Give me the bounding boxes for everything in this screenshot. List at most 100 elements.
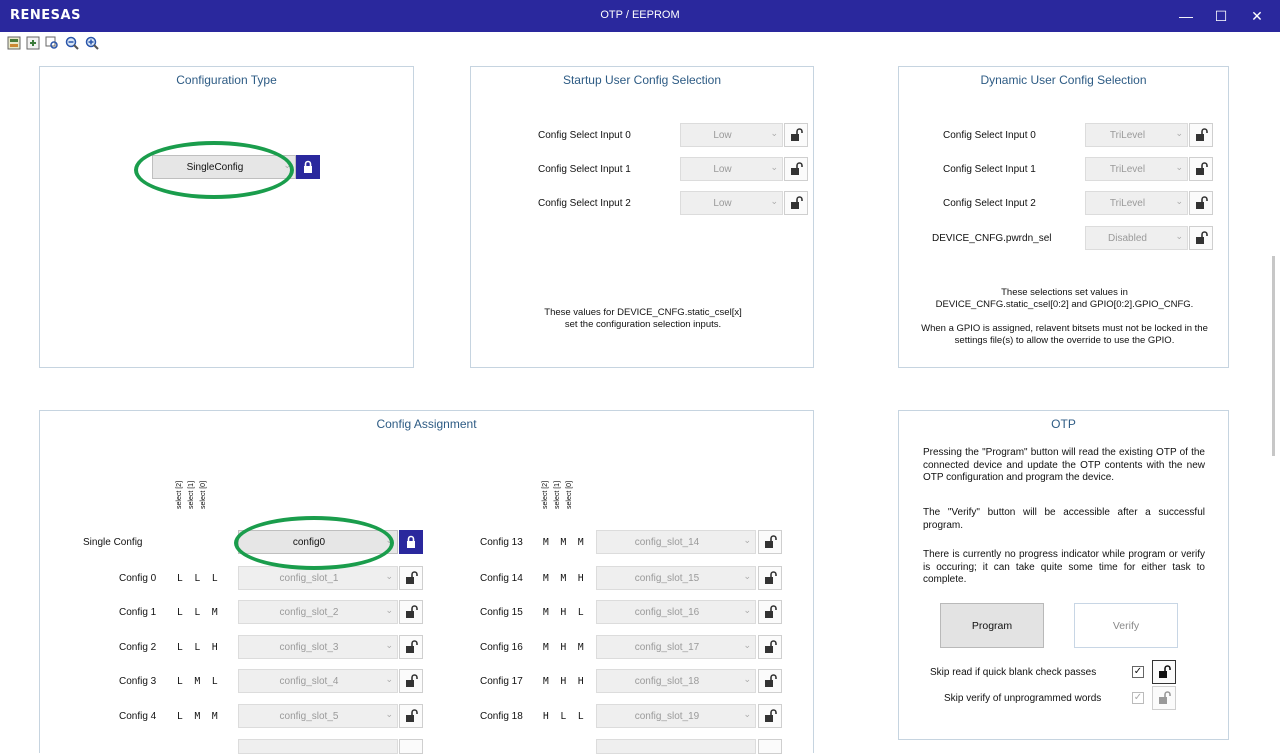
config-slot-select[interactable]: config_slot_19 ⌄ bbox=[596, 704, 756, 728]
dynamic-input-0-select[interactable]: TriLevel ⌄ bbox=[1085, 123, 1188, 147]
config-slot-select[interactable]: config_slot_18 ⌄ bbox=[596, 669, 756, 693]
config-slot-select[interactable] bbox=[596, 739, 756, 754]
unlock-button[interactable] bbox=[399, 566, 423, 590]
header-select-0: select [0] bbox=[200, 480, 207, 509]
select-codes: M H L bbox=[543, 607, 584, 618]
config-row-label: Config 2 bbox=[119, 642, 157, 653]
zoom-in-icon[interactable] bbox=[85, 36, 99, 50]
dynamic-note-1: These selections set values in DEVICE_CN… bbox=[935, 287, 1194, 310]
selected-value: config_slot_4 bbox=[279, 676, 339, 687]
selected-value: config_slot_3 bbox=[279, 642, 339, 653]
highlight-ellipse bbox=[134, 141, 294, 199]
unlock-button[interactable] bbox=[399, 635, 423, 659]
lock-icon bbox=[407, 535, 415, 548]
unlock-icon bbox=[765, 640, 777, 653]
skip-read-checkbox[interactable]: ✓ bbox=[1132, 666, 1144, 678]
zoom-out-icon[interactable] bbox=[65, 36, 79, 50]
config-slot-select[interactable]: config_slot_3 ⌄ bbox=[238, 635, 398, 659]
zoom-fit-icon[interactable] bbox=[45, 36, 59, 50]
unlock-button[interactable] bbox=[758, 635, 782, 659]
startup-input-2-label: Config Select Input 2 bbox=[538, 198, 631, 209]
selected-value: Low bbox=[713, 130, 732, 141]
lock-button[interactable] bbox=[399, 530, 423, 554]
startup-input-0-select[interactable]: Low ⌄ bbox=[680, 123, 783, 147]
unlock-icon bbox=[765, 709, 777, 722]
unlock-icon bbox=[791, 128, 803, 141]
dynamic-note-2: When a GPIO is assigned, relavent bitset… bbox=[921, 323, 1208, 346]
dynamic-input-1-label: Config Select Input 1 bbox=[943, 164, 1036, 175]
config-slot-select[interactable]: config_slot_15 ⌄ bbox=[596, 566, 756, 590]
maximize-button[interactable]: ☐ bbox=[1201, 6, 1241, 26]
skip-verify-label: Skip verify of unprogrammed words bbox=[944, 693, 1102, 704]
unlock-icon bbox=[765, 605, 777, 618]
select-codes: M M M bbox=[543, 537, 584, 548]
unlock-button[interactable] bbox=[399, 600, 423, 624]
selected-value: Disabled bbox=[1108, 233, 1147, 244]
chevron-down-icon: ⌄ bbox=[385, 571, 393, 581]
unlock-icon bbox=[1196, 231, 1208, 244]
selected-value: config_slot_14 bbox=[634, 537, 700, 548]
unlock-button[interactable] bbox=[784, 123, 808, 147]
config-slot-select[interactable]: config_slot_4 ⌄ bbox=[238, 669, 398, 693]
unlock-icon bbox=[1159, 691, 1171, 704]
config-slot-select[interactable]: config_slot_16 ⌄ bbox=[596, 600, 756, 624]
chevron-down-icon: ⌄ bbox=[770, 162, 778, 172]
selected-value: config_slot_1 bbox=[279, 573, 339, 584]
scrollbar[interactable] bbox=[1272, 256, 1275, 456]
selected-value: config_slot_2 bbox=[279, 607, 339, 618]
chevron-down-icon: ⌄ bbox=[743, 605, 751, 615]
chevron-down-icon: ⌄ bbox=[743, 535, 751, 545]
write-device-icon[interactable] bbox=[26, 36, 40, 50]
select-codes: L M M bbox=[177, 711, 218, 722]
selected-value: TriLevel bbox=[1109, 130, 1146, 141]
selected-value: Low bbox=[713, 164, 732, 175]
unlock-button[interactable] bbox=[1152, 686, 1176, 710]
read-device-icon[interactable] bbox=[7, 36, 21, 50]
selected-value: TriLevel bbox=[1109, 198, 1146, 209]
config-row-label: Config 3 bbox=[119, 676, 157, 687]
unlock-button[interactable] bbox=[758, 704, 782, 728]
unlock-button[interactable] bbox=[1189, 123, 1213, 147]
lock-button[interactable] bbox=[296, 155, 320, 179]
dynamic-input-2-label: Config Select Input 2 bbox=[943, 198, 1036, 209]
unlock-button[interactable] bbox=[758, 566, 782, 590]
selected-value: config_slot_16 bbox=[634, 607, 700, 618]
chevron-down-icon: ⌄ bbox=[1175, 196, 1183, 206]
unlock-button[interactable] bbox=[399, 739, 423, 754]
pwrdn-sel-select[interactable]: Disabled ⌄ bbox=[1085, 226, 1188, 250]
close-button[interactable]: ✕ bbox=[1237, 6, 1277, 26]
verify-button[interactable]: Verify bbox=[1074, 603, 1178, 648]
unlock-button[interactable] bbox=[399, 704, 423, 728]
startup-input-1-select[interactable]: Low ⌄ bbox=[680, 157, 783, 181]
unlock-button[interactable] bbox=[758, 669, 782, 693]
chevron-down-icon: ⌄ bbox=[385, 674, 393, 684]
program-button[interactable]: Program bbox=[940, 603, 1044, 648]
config-slot-select[interactable]: config_slot_17 ⌄ bbox=[596, 635, 756, 659]
chevron-down-icon: ⌄ bbox=[743, 709, 751, 719]
dynamic-input-2-select[interactable]: TriLevel ⌄ bbox=[1085, 191, 1188, 215]
unlock-button[interactable] bbox=[758, 530, 782, 554]
dynamic-input-1-select[interactable]: TriLevel ⌄ bbox=[1085, 157, 1188, 181]
unlock-button[interactable] bbox=[399, 669, 423, 693]
unlock-button[interactable] bbox=[758, 739, 782, 754]
unlock-icon bbox=[406, 709, 418, 722]
dynamic-input-0-label: Config Select Input 0 bbox=[943, 130, 1036, 141]
unlock-button[interactable] bbox=[784, 157, 808, 181]
unlock-button[interactable] bbox=[1189, 226, 1213, 250]
config-slot-select[interactable]: config_slot_2 ⌄ bbox=[238, 600, 398, 624]
config-slot-select[interactable] bbox=[238, 739, 398, 754]
config-slot-select[interactable]: config_slot_5 ⌄ bbox=[238, 704, 398, 728]
unlock-button[interactable] bbox=[784, 191, 808, 215]
unlock-icon bbox=[765, 571, 777, 584]
startup-input-0-label: Config Select Input 0 bbox=[538, 130, 631, 141]
unlock-button[interactable] bbox=[1189, 157, 1213, 181]
chevron-down-icon: ⌄ bbox=[1175, 162, 1183, 172]
unlock-button[interactable] bbox=[758, 600, 782, 624]
chevron-down-icon: ⌄ bbox=[1175, 128, 1183, 138]
unlock-button[interactable] bbox=[1152, 660, 1176, 684]
skip-verify-checkbox[interactable]: ✓ bbox=[1132, 692, 1144, 704]
minimize-button[interactable]: — bbox=[1166, 6, 1206, 26]
config-slot-select[interactable]: config_slot_14 ⌄ bbox=[596, 530, 756, 554]
unlock-button[interactable] bbox=[1189, 191, 1213, 215]
startup-input-2-select[interactable]: Low ⌄ bbox=[680, 191, 783, 215]
